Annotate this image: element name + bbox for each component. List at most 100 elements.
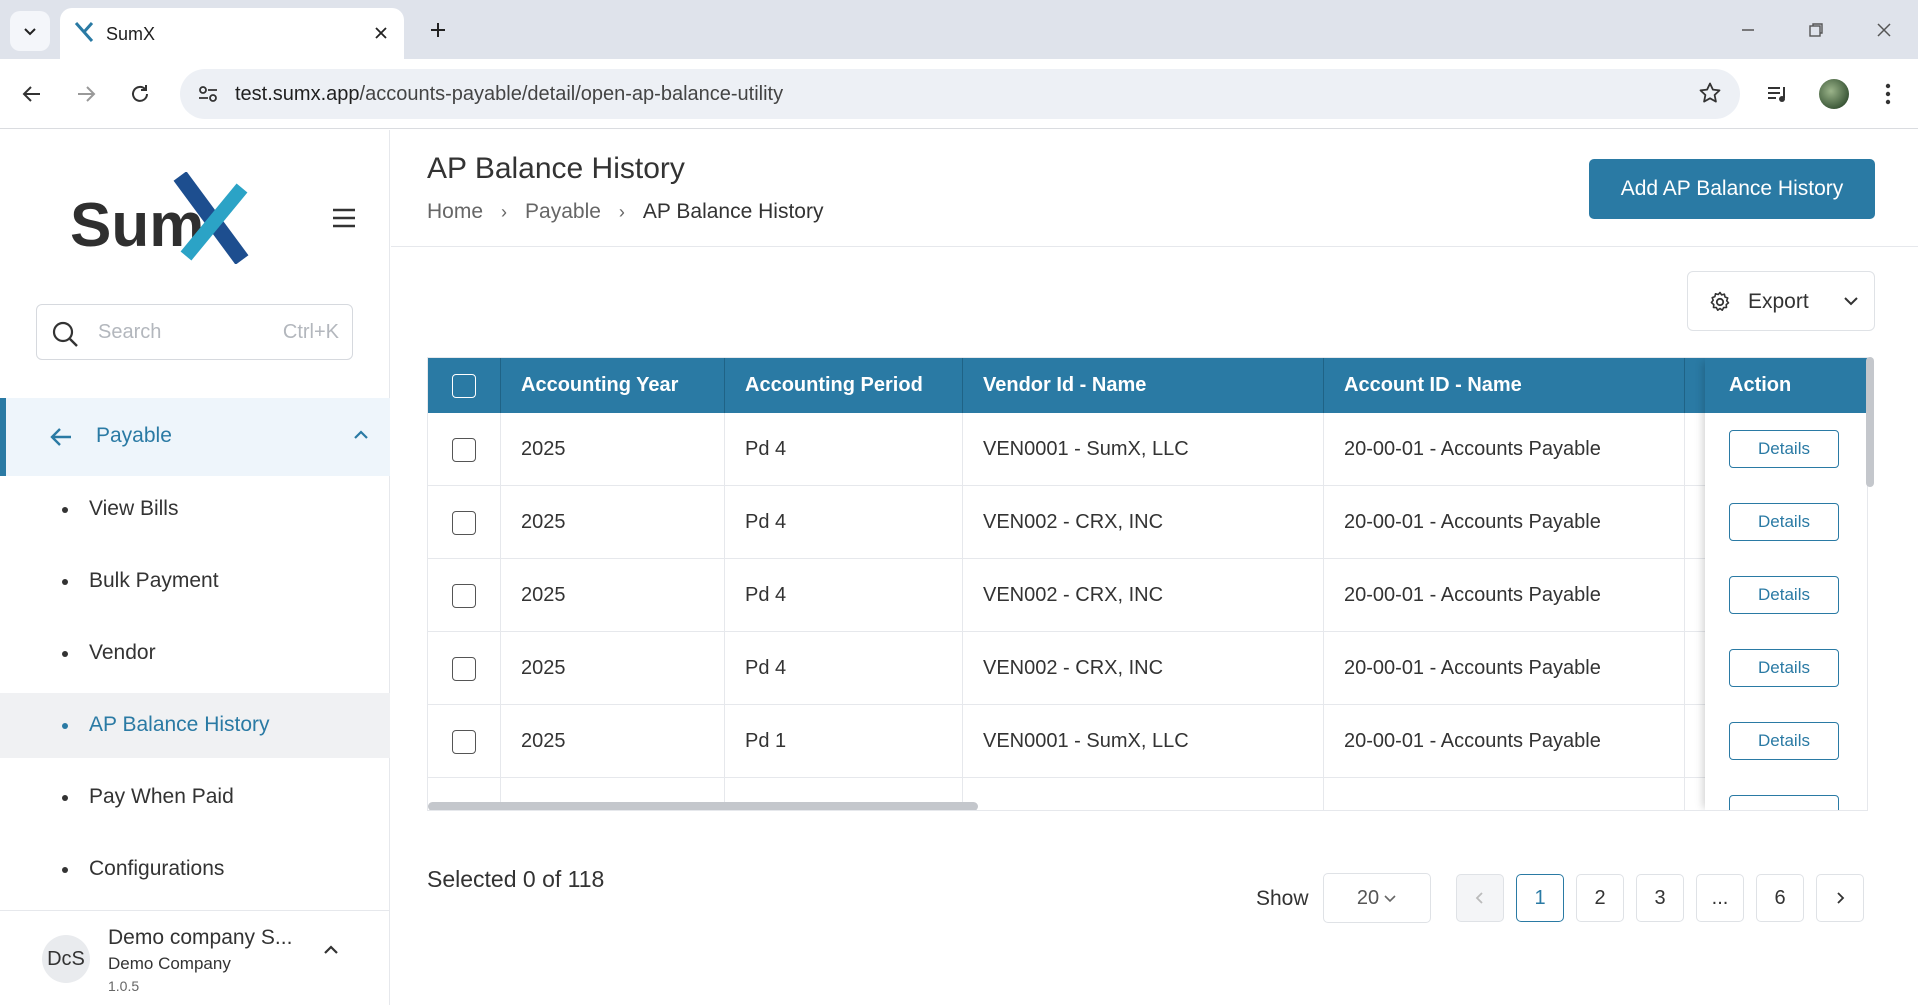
breadcrumb-payable[interactable]: Payable <box>525 200 601 224</box>
tab-close-icon[interactable] <box>368 20 394 46</box>
details-button[interactable]: Details <box>1729 503 1839 541</box>
sidebar-item-label: Pay When Paid <box>89 785 234 808</box>
cell-year: 2025 <box>501 413 725 486</box>
address-bar[interactable]: test.sumx.app/accounts-payable/detail/op… <box>180 69 1740 119</box>
sumx-favicon-icon <box>74 22 94 42</box>
restore-icon <box>1809 23 1823 37</box>
cell-period: Pd 1 <box>725 705 963 778</box>
details-button[interactable]: Details <box>1729 722 1839 760</box>
sidebar-item-view-bills[interactable]: View Bills <box>0 477 390 542</box>
new-tab-button[interactable] <box>422 14 454 46</box>
page-button-1[interactable]: 1 <box>1516 874 1564 922</box>
table-row[interactable]: 2025 Pd 4 VEN0001 - SumX, LLC 20-00-01 -… <box>428 413 1867 486</box>
details-button[interactable]: Details <box>1729 576 1839 614</box>
add-ap-balance-history-button[interactable]: Add AP Balance History <box>1589 159 1875 219</box>
row-checkbox-cell <box>428 486 501 559</box>
tab-list-button[interactable] <box>10 11 50 51</box>
media-queue-icon <box>1768 87 1785 102</box>
vertical-scrollbar[interactable] <box>1866 357 1874 487</box>
url-text: test.sumx.app/accounts-payable/detail/op… <box>235 83 783 106</box>
row-checkbox[interactable] <box>452 510 476 535</box>
sidebar-search-input[interactable]: Search Ctrl+K <box>36 304 353 360</box>
sidebar-item-vendor[interactable]: Vendor <box>0 621 390 686</box>
row-checkbox-cell <box>428 705 501 778</box>
show-label: Show <box>1256 887 1309 910</box>
details-button[interactable]: Details <box>1729 430 1839 468</box>
minimize-icon <box>1742 29 1754 31</box>
reload-button[interactable] <box>120 74 160 114</box>
back-button[interactable] <box>12 74 52 114</box>
sidebar-item-label: Bulk Payment <box>89 569 219 592</box>
breadcrumb-home[interactable]: Home <box>427 200 483 224</box>
minimize-button[interactable] <box>1728 12 1768 48</box>
column-header-accounting-year[interactable]: Accounting Year <box>501 358 725 413</box>
close-icon <box>1877 23 1891 37</box>
sidebar-item-configurations[interactable]: Configurations <box>0 837 390 902</box>
table-row[interactable]: 2025 Pd 4 VEN002 - CRX, INC 20-00-01 - A… <box>428 632 1867 705</box>
sidebar-item-pay-when-paid[interactable]: Pay When Paid <box>0 765 390 830</box>
ap-balance-table: Accounting Year Accounting Period Vendor… <box>427 357 1868 811</box>
row-checkbox[interactable] <box>452 656 476 681</box>
row-checkbox[interactable] <box>452 437 476 462</box>
browser-tabstrip: SumX <box>0 0 1918 59</box>
page-ellipsis[interactable]: ... <box>1696 874 1744 922</box>
sumx-logo[interactable]: Sum <box>70 171 260 269</box>
media-control-button[interactable] <box>1758 74 1798 114</box>
cell-account <box>1324 778 1685 810</box>
browser-tab[interactable]: SumX <box>60 8 404 59</box>
row-checkbox-cell <box>428 559 501 632</box>
search-icon <box>52 321 78 347</box>
chevron-up-icon[interactable] <box>322 941 340 959</box>
arrow-left-icon[interactable] <box>48 424 74 450</box>
cell-account: 20-00-01 - Accounts Payable <box>1324 559 1685 632</box>
forward-button[interactable] <box>66 74 106 114</box>
horizontal-scrollbar[interactable] <box>428 802 978 810</box>
page-button-6[interactable]: 6 <box>1756 874 1804 922</box>
breadcrumb: Home › Payable › AP Balance History <box>427 200 823 224</box>
cell-period: Pd 4 <box>725 632 963 705</box>
menu-toggle-button[interactable] <box>328 202 360 234</box>
details-button[interactable]: Details <box>1729 649 1839 687</box>
select-all-checkbox[interactable] <box>452 373 476 398</box>
url-host: test.sumx.app <box>235 83 360 105</box>
site-info-icon[interactable] <box>194 81 222 107</box>
table-row[interactable]: 2025 Pd 1 VEN0001 - SumX, LLC 20-00-01 -… <box>428 705 1867 778</box>
page-button-3[interactable]: 3 <box>1636 874 1684 922</box>
details-button-partial[interactable] <box>1729 795 1839 810</box>
column-header-account[interactable]: Account ID - Name <box>1324 358 1685 413</box>
bullet <box>62 651 68 657</box>
export-button[interactable]: Export <box>1687 271 1875 331</box>
row-checkbox[interactable] <box>452 583 476 608</box>
table-row[interactable]: 2025 Pd 4 VEN002 - CRX, INC 20-00-01 - A… <box>428 486 1867 559</box>
close-window-button[interactable] <box>1864 12 1904 48</box>
company-switcher[interactable]: DcS Demo company S... Demo Company 1.0.5 <box>0 910 390 1005</box>
cell-year: 2025 <box>501 486 725 559</box>
sidebar-item-ap-balance-history[interactable]: AP Balance History <box>0 693 390 758</box>
url-path: /accounts-payable/detail/open-ap-balance… <box>359 83 784 105</box>
page-size-select[interactable]: 20 <box>1323 873 1431 923</box>
next-page-button[interactable] <box>1816 874 1864 922</box>
chevron-up-icon[interactable] <box>352 426 370 444</box>
prev-page-button[interactable] <box>1456 874 1504 922</box>
page-button-2[interactable]: 2 <box>1576 874 1624 922</box>
chevron-left-icon <box>1475 892 1483 904</box>
browser-menu-button[interactable] <box>1868 74 1908 114</box>
restore-button[interactable] <box>1796 12 1836 48</box>
cell-account: 20-00-01 - Accounts Payable <box>1324 486 1685 559</box>
sidebar-group-payable[interactable]: Payable <box>0 398 390 476</box>
sidebar-item-bulk-payment[interactable]: Bulk Payment <box>0 549 390 614</box>
bookmark-star-icon[interactable] <box>1698 81 1722 110</box>
table-row[interactable]: 2025 Pd 4 VEN002 - CRX, INC 20-00-01 - A… <box>428 559 1867 632</box>
bullet <box>62 867 68 873</box>
cell-period: Pd 4 <box>725 486 963 559</box>
chevron-right-icon <box>1837 892 1845 904</box>
chevron-down-icon <box>1844 297 1858 306</box>
bullet <box>62 579 68 585</box>
bullet <box>62 723 68 729</box>
bullet <box>62 795 68 801</box>
plus-icon <box>431 23 445 37</box>
column-header-accounting-period[interactable]: Accounting Period <box>725 358 963 413</box>
row-checkbox[interactable] <box>452 729 476 754</box>
profile-button[interactable] <box>1814 74 1854 114</box>
column-header-vendor[interactable]: Vendor Id - Name <box>963 358 1324 413</box>
